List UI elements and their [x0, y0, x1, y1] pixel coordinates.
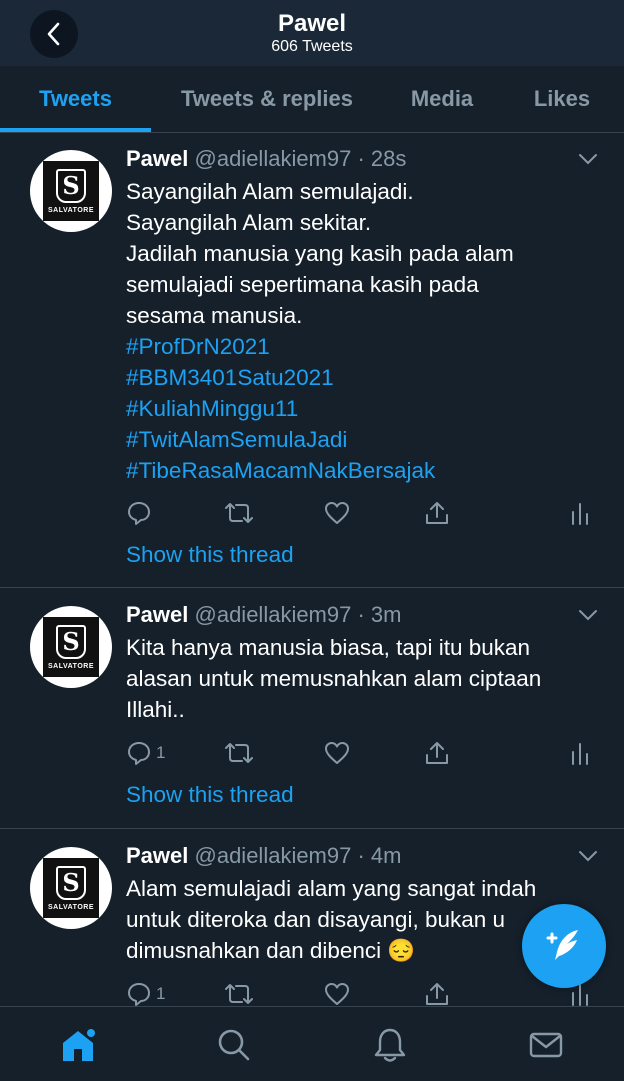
reply-icon — [128, 983, 150, 1006]
avatar[interactable]: S SALVATORE — [30, 606, 112, 688]
tweet-menu-button[interactable] — [578, 152, 598, 171]
hashtag-link[interactable]: #BBM3401Satu2021 — [126, 362, 596, 393]
tweet-author-name[interactable]: Pawel — [126, 843, 188, 868]
nav-notifications[interactable] — [370, 1025, 410, 1065]
reply-button[interactable] — [126, 498, 152, 528]
share-icon — [426, 742, 448, 764]
tweet-actions — [126, 498, 606, 528]
nav-home[interactable] — [58, 1025, 98, 1065]
home-icon — [63, 1027, 97, 1061]
search-icon — [218, 1029, 250, 1061]
bell-icon — [374, 1028, 406, 1062]
chevron-down-icon — [579, 610, 597, 621]
tab-tweets[interactable]: Tweets — [0, 66, 151, 132]
tweet-actions: 1 — [126, 979, 606, 1009]
tweet-meta: Pawel @adiellakiem97 · 4m — [126, 843, 402, 868]
tweet-author-handle[interactable]: @adiellakiem97 — [195, 843, 352, 868]
reply-icon — [128, 502, 150, 525]
retweet-icon — [225, 743, 253, 763]
heart-icon — [325, 742, 349, 764]
tweet-author-name[interactable]: Pawel — [126, 146, 188, 171]
profile-tabs: Tweets Tweets & replies Media Likes — [0, 66, 624, 133]
reply-count: 1 — [156, 984, 166, 1003]
analytics-button[interactable] — [570, 498, 590, 528]
heart-icon — [325, 983, 349, 1005]
avatar[interactable]: S SALVATORE — [30, 150, 112, 232]
hashtag-link[interactable]: #TwitAlamSemulaJadi — [126, 424, 596, 455]
like-button[interactable] — [324, 738, 350, 768]
share-button[interactable] — [424, 979, 450, 1009]
tweet-text: Sayangilah Alam semulajadi. Sayangilah A… — [126, 176, 596, 486]
avatar-logo: S SALVATORE — [43, 858, 99, 918]
like-button[interactable] — [324, 498, 350, 528]
tweet-menu-button[interactable] — [578, 849, 598, 868]
reply-button[interactable]: 1 — [126, 979, 165, 1009]
share-icon — [426, 983, 448, 1005]
analytics-button[interactable] — [570, 738, 590, 768]
tweet[interactable]: S SALVATORE Pawel @adiellakiem97 · 3m Ki… — [0, 588, 624, 829]
tweet-count: 606 Tweets — [271, 38, 353, 55]
tweet-actions: 1 — [126, 738, 606, 768]
hashtag-link[interactable]: #ProfDrN2021 — [126, 331, 596, 362]
profile-header: Pawel 606 Tweets — [0, 0, 624, 66]
tweet-meta: Pawel @adiellakiem97 · 3m — [126, 602, 402, 627]
tweet-time[interactable]: 3m — [371, 602, 402, 627]
reply-button[interactable]: 1 — [126, 738, 165, 768]
avatar-logo: S SALVATORE — [43, 161, 99, 221]
like-button[interactable] — [324, 979, 350, 1009]
show-thread-link[interactable]: Show this thread — [126, 542, 294, 568]
retweet-icon — [225, 503, 253, 523]
share-icon — [426, 502, 448, 524]
share-button[interactable] — [424, 498, 450, 528]
tweet-author-handle[interactable]: @adiellakiem97 — [195, 602, 352, 627]
profile-name-title: Pawel — [277, 10, 347, 37]
show-thread-link[interactable]: Show this thread — [126, 782, 294, 808]
tweet[interactable]: S SALVATORE Pawel @adiellakiem97 · 28s S… — [0, 132, 624, 588]
retweet-button[interactable] — [224, 738, 254, 768]
tab-tweets-replies[interactable]: Tweets & replies — [160, 66, 374, 132]
share-button[interactable] — [424, 738, 450, 768]
avatar-logo: S SALVATORE — [43, 617, 99, 677]
tab-media[interactable]: Media — [394, 66, 490, 132]
nav-messages[interactable] — [526, 1025, 566, 1065]
retweet-icon — [225, 984, 253, 1004]
hashtag-link[interactable]: #KuliahMinggu11 — [126, 393, 596, 424]
compose-tweet-button[interactable] — [522, 904, 606, 988]
avatar[interactable]: S SALVATORE — [30, 847, 112, 929]
chevron-down-icon — [579, 851, 597, 862]
mail-icon — [529, 1032, 563, 1058]
heart-icon — [325, 502, 349, 524]
analytics-icon — [572, 503, 588, 525]
tweet-meta: Pawel @adiellakiem97 · 28s — [126, 146, 407, 171]
tweet-time[interactable]: 4m — [371, 843, 402, 868]
tweet-text: Kita hanya manusia biasa, tapi itu bukan… — [126, 635, 542, 722]
nav-search[interactable] — [214, 1025, 254, 1065]
bottom-navigation — [0, 1006, 624, 1081]
chevron-down-icon — [579, 154, 597, 165]
reply-icon — [128, 742, 150, 765]
compose-feather-icon — [546, 930, 578, 960]
tweet-author-handle[interactable]: @adiellakiem97 — [195, 146, 352, 171]
tweet-time[interactable]: 28s — [371, 146, 406, 171]
retweet-button[interactable] — [224, 498, 254, 528]
retweet-button[interactable] — [224, 979, 254, 1009]
tab-likes[interactable]: Likes — [520, 66, 604, 132]
analytics-icon — [572, 743, 588, 765]
hashtag-link[interactable]: #TibeRasaMacamNakBersajak — [126, 455, 596, 486]
tweet-author-name[interactable]: Pawel — [126, 602, 188, 627]
tweet-menu-button[interactable] — [578, 608, 598, 627]
reply-count: 1 — [156, 743, 166, 762]
